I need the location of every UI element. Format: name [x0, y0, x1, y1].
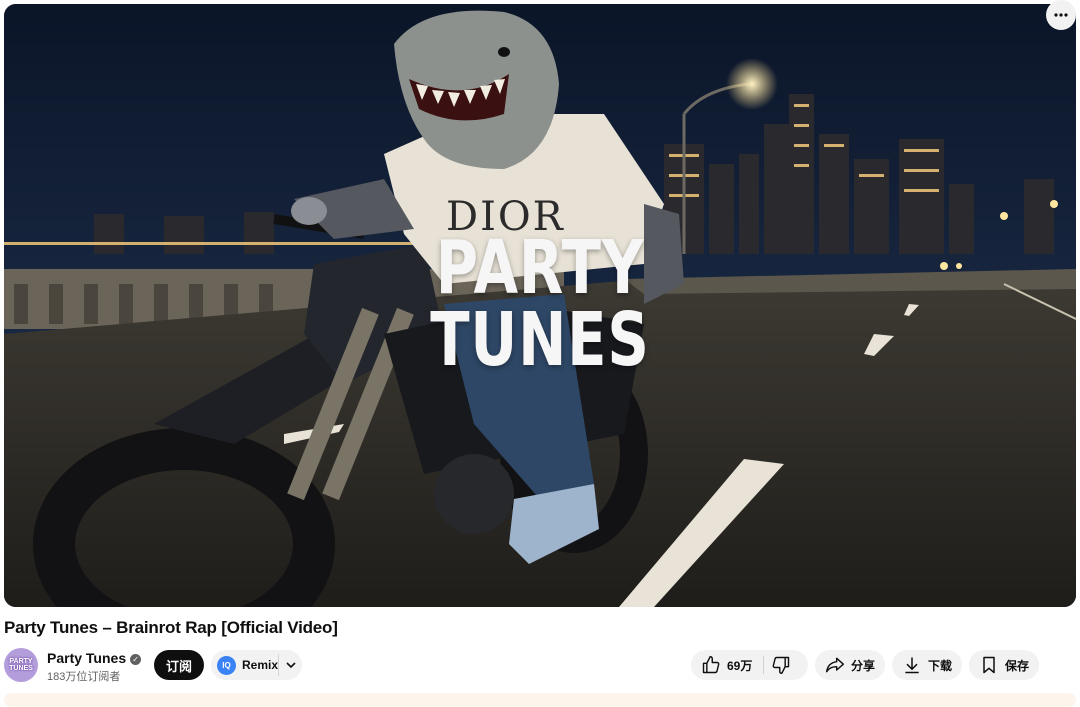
thumbs-up-icon — [702, 655, 720, 674]
channel-avatar[interactable]: PARTY TUNES — [4, 648, 38, 682]
share-arrow-icon — [825, 657, 845, 673]
remix-label: Remix — [242, 658, 279, 672]
channel-name[interactable]: Party Tunes ✓ — [47, 650, 142, 666]
video-overlay-title: PARTY TUNES — [122, 225, 958, 383]
remix-button[interactable]: IQ Remix — [211, 650, 302, 680]
share-button[interactable]: 分享 — [815, 650, 885, 680]
download-label: 下载 — [928, 658, 953, 673]
video-player[interactable]: DIOR PARTY TUNES — [4, 4, 1076, 607]
check-circle-icon: ✓ — [130, 654, 142, 665]
remix-divider — [278, 654, 279, 676]
subscriber-count: 183万位订阅者 — [47, 671, 121, 683]
overlay-title-line1: PARTY — [435, 225, 645, 311]
bookmark-icon — [983, 656, 995, 674]
chevron-down-icon[interactable] — [285, 659, 297, 671]
description-box[interactable] — [4, 693, 1076, 707]
overlay-title-line2: TUNES — [430, 297, 650, 383]
download-icon — [905, 657, 919, 674]
save-label: 保存 — [1005, 658, 1030, 673]
video-title: Party Tunes – Brainrot Rap [Official Vid… — [4, 618, 338, 637]
download-button[interactable]: 下载 — [892, 650, 962, 680]
subscribe-button[interactable]: 订阅 — [154, 650, 204, 680]
more-actions-button[interactable] — [1046, 0, 1076, 30]
like-count: 69万 — [727, 658, 753, 673]
like-dislike-group: 69万 — [691, 650, 808, 680]
avatar-text: PARTY TUNES — [9, 658, 33, 672]
share-label: 分享 — [851, 658, 876, 673]
thumbs-down-icon[interactable] — [771, 655, 791, 675]
channel-name-text[interactable]: Party Tunes — [47, 650, 126, 666]
more-horizontal-icon — [1054, 13, 1068, 17]
remix-app-icon: IQ — [217, 655, 236, 675]
like-button[interactable]: 69万 — [691, 650, 763, 680]
save-button[interactable]: 保存 — [969, 650, 1039, 680]
like-divider — [763, 656, 764, 674]
